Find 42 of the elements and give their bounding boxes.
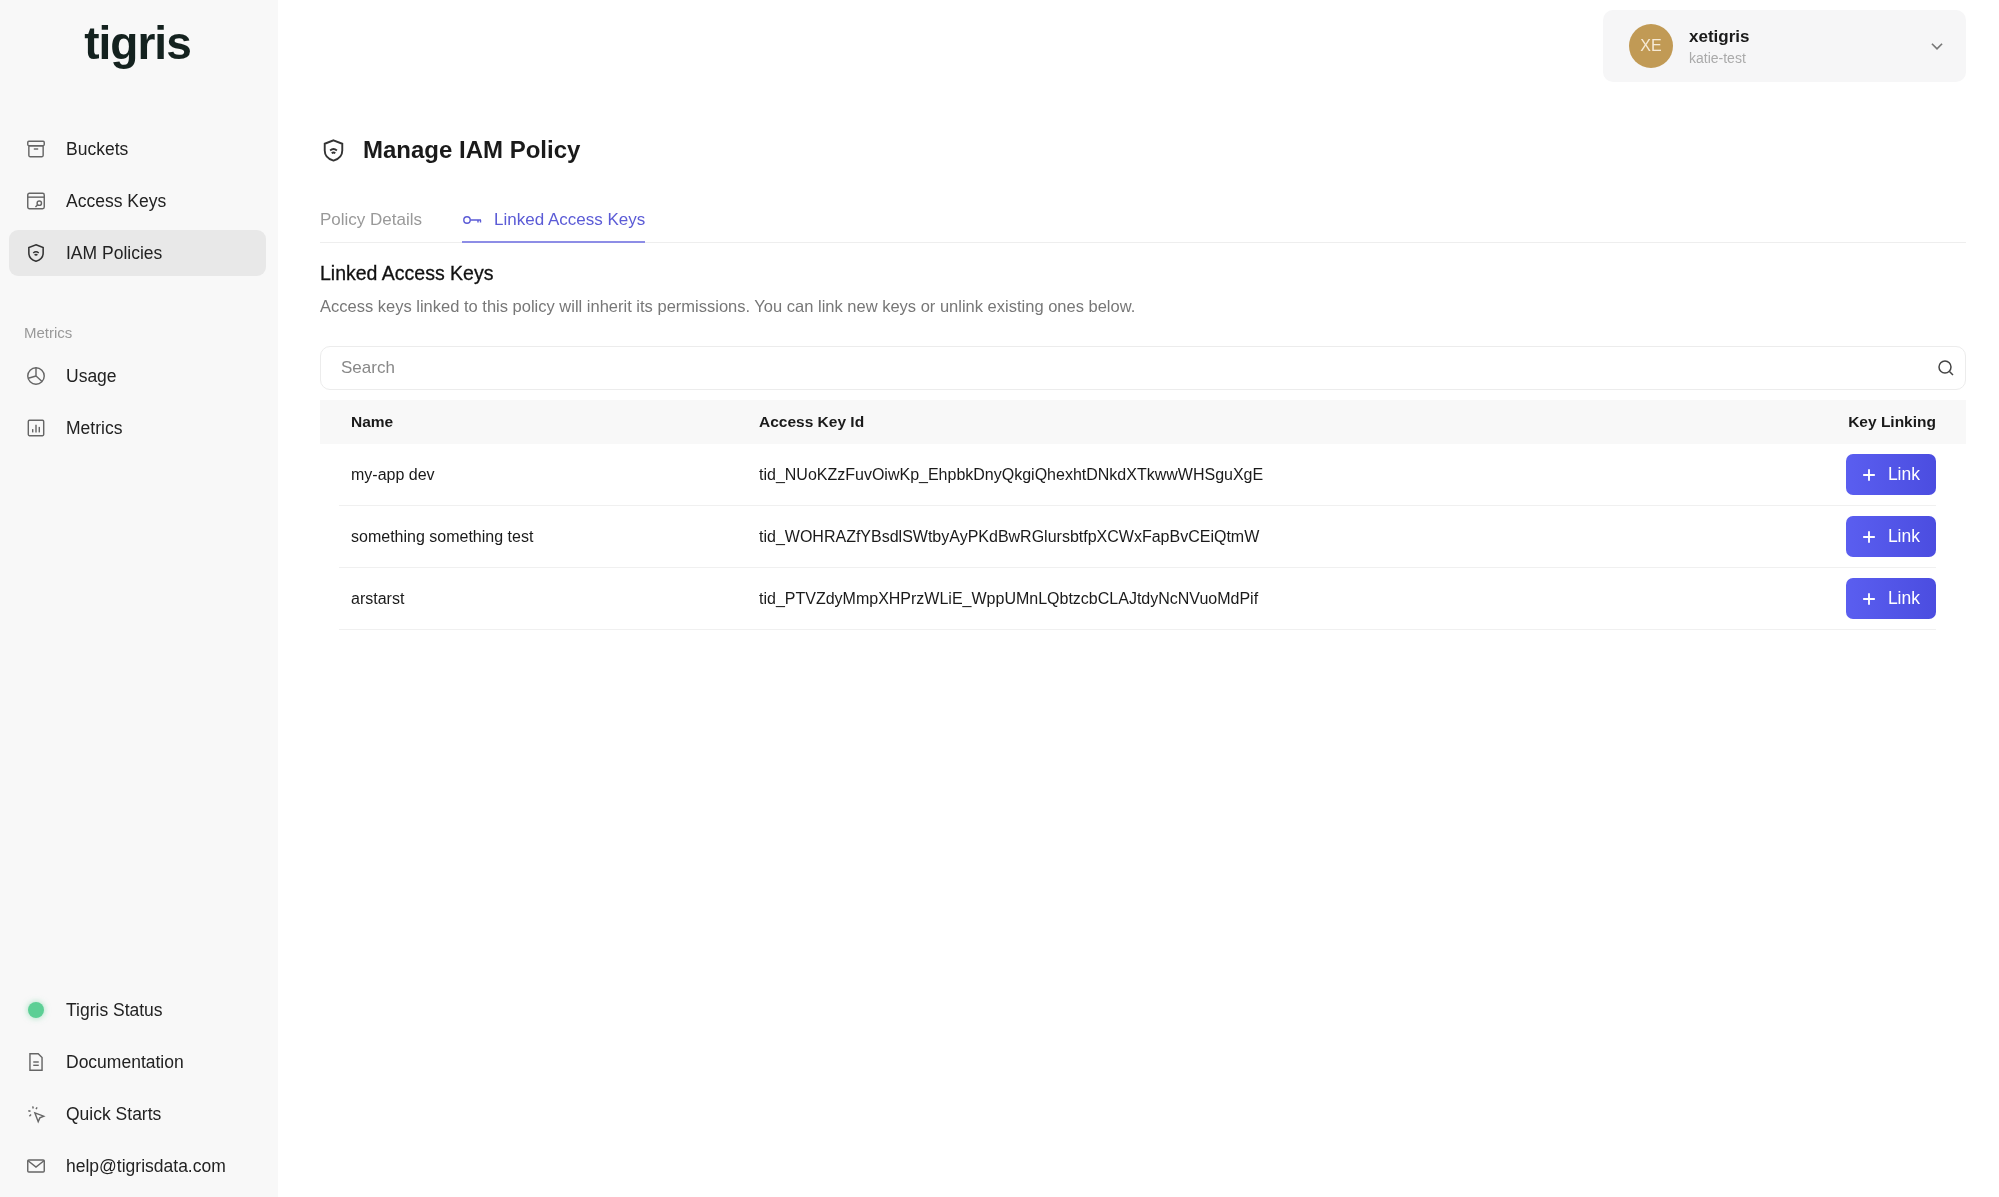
- table-cell-text: tid_PTVZdyMmpXHPrzWLiE_WppUMnLQbtzcbCLAJtdyNcNVuoMdPif: [759, 589, 1260, 608]
- section-description: Access keys linked to this policy will inherit its permissions. You can link new keys or unlink existing ones below.: [320, 297, 1137, 316]
- tab[interactable]: Linked Access Keys: [462, 210, 646, 243]
- nav-item[interactable]: Tigris Status: [9, 987, 266, 1033]
- logo[interactable]: tigris: [84, 20, 191, 80]
- cursor-click-icon: [25, 1103, 47, 1125]
- nav-item[interactable]: help@tigrisdata.com: [9, 1143, 266, 1189]
- nav-item[interactable]: Documentation: [9, 1039, 266, 1085]
- table-cell-text: my-app dev: [351, 465, 436, 484]
- search-icon: [1936, 358, 1956, 378]
- table-cell-text: something something test: [351, 527, 535, 546]
- shield-icon: [25, 242, 47, 264]
- plus-icon: [1861, 529, 1876, 544]
- key-card-icon: [25, 190, 47, 212]
- nav-item[interactable]: Buckets: [9, 126, 266, 172]
- pie-chart-icon: [25, 365, 47, 387]
- user-name: xetigris: [1689, 26, 1751, 47]
- nav-item[interactable]: Usage: [9, 353, 266, 399]
- plus-icon: [1861, 467, 1876, 482]
- box-icon: [25, 138, 47, 160]
- section-title: Linked Access Keys: [320, 262, 495, 285]
- account-switcher[interactable]: XE xetigris katie-test: [1603, 10, 1966, 82]
- link-button[interactable]: Link: [1845, 454, 1936, 495]
- link-button[interactable]: Link: [1845, 578, 1936, 619]
- column-header: Access Key Id: [759, 413, 866, 431]
- org-name: katie-test: [1689, 49, 1747, 66]
- nav-item[interactable]: IAM Policies: [9, 230, 266, 276]
- nav-item[interactable]: Access Keys: [9, 178, 266, 224]
- column-header: Key Linking: [1847, 413, 1936, 431]
- bar-chart-icon: [25, 417, 47, 439]
- section-label: Metrics: [23, 324, 74, 341]
- nav-item[interactable]: Quick Starts: [9, 1091, 266, 1137]
- column-header: Name: [351, 413, 395, 431]
- nav-item[interactable]: Metrics: [9, 405, 266, 451]
- search-field[interactable]: Search: [320, 346, 1966, 390]
- table-cell-text: arstarst: [351, 589, 406, 608]
- link-button[interactable]: Link: [1845, 516, 1936, 557]
- table-cell-text: tid_WOHRAZfYBsdlSWtbyAyPKdBwRGlursbtfpXCWxFapBvCEiQtmW: [759, 527, 1261, 546]
- page-title: Manage IAM Policy: [363, 136, 581, 164]
- plus-icon: [1861, 591, 1876, 606]
- table-cell-text: tid_NUoKZzFuvOiwKp_EhpbkDnyQkgiQhexhtDNkdXTkwwWHSguXgE: [759, 465, 1265, 484]
- avatar: XE: [1629, 24, 1673, 68]
